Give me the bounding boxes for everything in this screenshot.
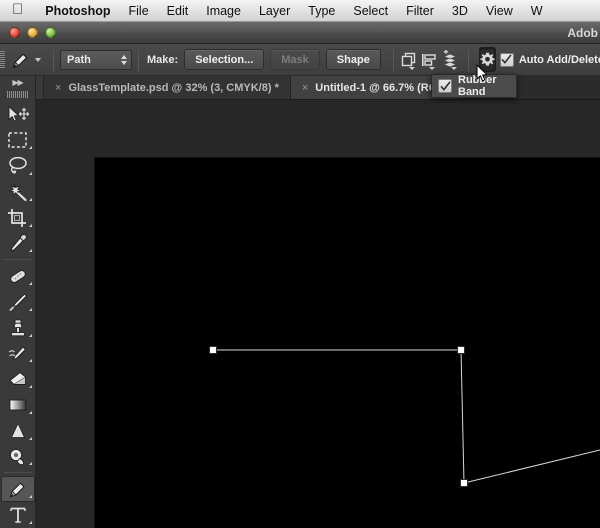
close-icon[interactable]: × (302, 82, 308, 94)
canvas[interactable] (95, 158, 600, 528)
history-brush-tool[interactable] (1, 341, 35, 367)
path-alignment-icon[interactable] (420, 48, 438, 72)
tool-preset-picker[interactable] (5, 49, 47, 71)
make-selection-button[interactable]: Selection... (184, 49, 265, 70)
pen-tool-icon (12, 53, 28, 68)
options-separator-3 (392, 48, 394, 71)
menu-item-type[interactable]: Type (299, 4, 344, 18)
spot-healing-brush-tool[interactable] (1, 263, 35, 289)
auto-add-delete-checkbox[interactable] (499, 52, 514, 67)
rubber-band-checkbox[interactable] (438, 79, 452, 93)
make-mask-button: Mask (270, 49, 320, 70)
tool-mode-select[interactable]: Path (60, 49, 132, 70)
blur-tool[interactable] (1, 418, 35, 444)
dodge-tool[interactable] (1, 444, 35, 470)
path-anchor-point[interactable] (209, 346, 217, 354)
make-shape-button[interactable]: Shape (325, 49, 381, 70)
minimize-button[interactable] (27, 27, 38, 38)
tool-separator (3, 259, 32, 261)
window-controls (9, 27, 56, 38)
tool-options-bar: Path Make: Selection... Mask Shape Auto … (0, 44, 600, 76)
tool-separator (3, 472, 32, 474)
pen-options-popup[interactable]: Rubber Band (431, 74, 517, 98)
apple-icon[interactable]:  (12, 2, 23, 17)
rectangular-marquee-tool[interactable] (1, 128, 35, 154)
app-title: Adob (567, 25, 598, 40)
lasso-tool[interactable] (1, 153, 35, 179)
menu-item-filter[interactable]: Filter (397, 4, 443, 18)
clone-stamp-tool[interactable] (1, 315, 35, 341)
pen-tool[interactable] (0, 476, 35, 503)
tools-panel: ▶▶ (0, 76, 36, 528)
os-menu-bar:  Photoshop File Edit Image Layer Type S… (0, 0, 600, 22)
document-tab-title: Untitled‑1 @ 66.7% (RGB, (315, 81, 449, 94)
path-operations-icon[interactable] (400, 48, 418, 72)
tool-mode-value: Path (67, 53, 91, 66)
menu-item-file[interactable]: File (120, 4, 158, 18)
path-anchor-point[interactable] (457, 346, 465, 354)
zoom-button[interactable] (45, 27, 56, 38)
menu-item-select[interactable]: Select (344, 4, 397, 18)
options-separator-4 (467, 48, 469, 71)
type-tool[interactable] (1, 502, 35, 528)
menu-item-layer[interactable]: Layer (250, 4, 299, 18)
photoshop-window:  Photoshop File Edit Image Layer Type S… (0, 0, 600, 528)
move-tool[interactable] (1, 102, 35, 128)
document-area[interactable] (36, 100, 600, 528)
brush-tool[interactable] (1, 289, 35, 315)
document-tab-title: GlassTemplate.psd @ 32% (3, CMYK/8) * (68, 81, 279, 94)
rubber-band-label: Rubber Band (458, 74, 497, 98)
crop-tool[interactable] (1, 205, 35, 231)
options-separator-1 (53, 48, 54, 71)
magic-wand-tool[interactable] (1, 179, 35, 205)
menu-item-view[interactable]: View (477, 4, 522, 18)
options-separator-2 (138, 48, 139, 71)
gear-icon[interactable] (478, 47, 496, 72)
eraser-tool[interactable] (1, 366, 35, 392)
path-anchor-point[interactable] (460, 479, 468, 487)
menu-item-edit[interactable]: Edit (158, 4, 198, 18)
auto-add-delete-label: Auto Add/Delete (518, 53, 600, 66)
menu-item-image[interactable]: Image (197, 4, 250, 18)
eyedropper-tool[interactable] (1, 231, 35, 257)
menu-item-3d[interactable]: 3D (443, 4, 477, 18)
chevron-down-icon[interactable] (35, 57, 41, 62)
gradient-tool[interactable] (1, 392, 35, 418)
panel-grip-icon[interactable] (6, 90, 29, 98)
menu-item-window[interactable]: W (522, 4, 552, 18)
close-icon[interactable]: × (55, 82, 61, 94)
app-title-bar: Adob (0, 22, 600, 44)
path-arrangement-icon[interactable] (440, 48, 460, 72)
document-tab-glasstemplate[interactable]: × GlassTemplate.psd @ 32% (3, CMYK/8) * (44, 76, 291, 99)
make-label: Make: (147, 53, 179, 66)
menu-item-photoshop[interactable]: Photoshop (36, 4, 119, 18)
vector-path-overlay (209, 346, 600, 487)
stepper-arrows-icon (121, 54, 127, 65)
collapse-panel-icon[interactable]: ▶▶ (0, 76, 36, 89)
close-button[interactable] (9, 27, 20, 38)
